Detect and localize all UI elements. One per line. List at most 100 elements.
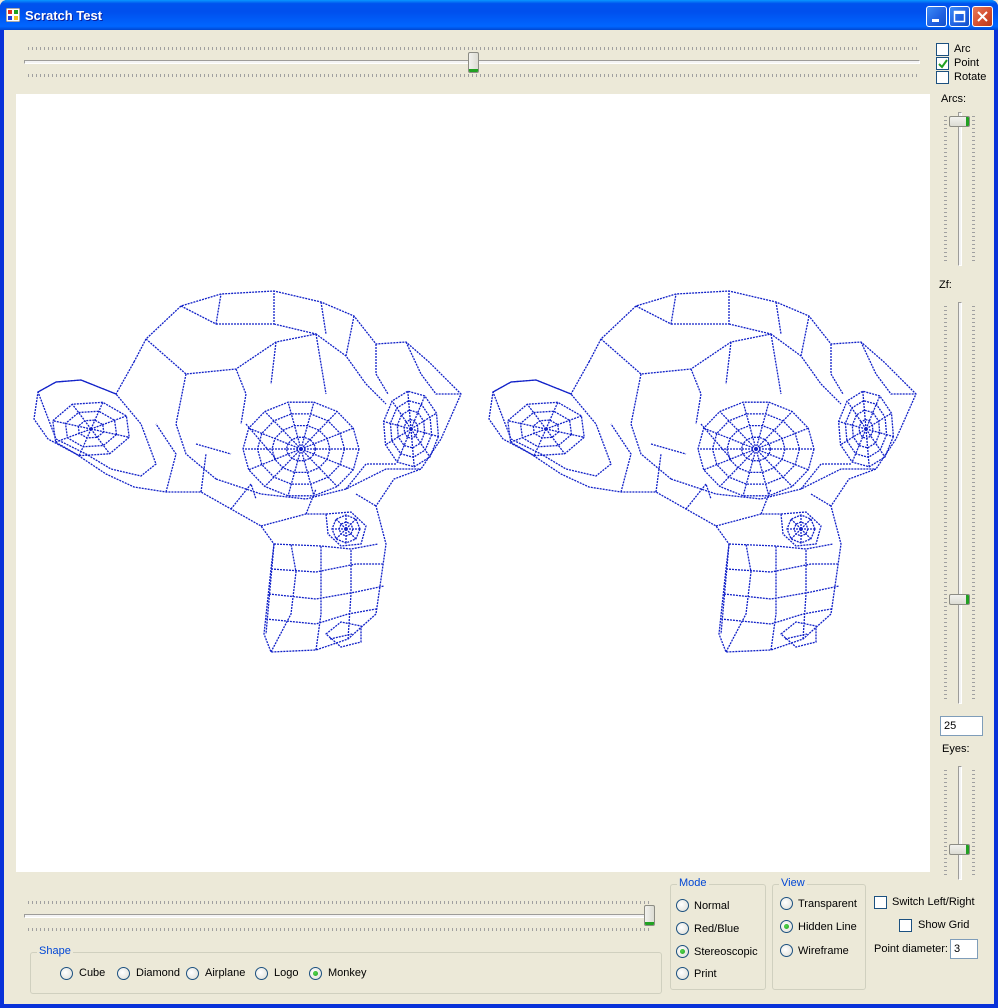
app-icon	[6, 8, 20, 22]
shape-group-title: Shape	[37, 945, 73, 958]
rotate-label: Rotate	[954, 71, 987, 83]
arc-label: Arc	[954, 43, 971, 55]
app-window: Scratch Test Arc Point Rotate Arcs: Zf: …	[0, 0, 998, 1008]
wire-path	[52, 401, 130, 457]
mode-radio-stereoscopic[interactable]	[676, 945, 689, 958]
point-checkbox[interactable]	[936, 57, 949, 70]
shape-label-airplane: Airplane	[205, 967, 246, 979]
eyes-slider-ticks-left	[944, 770, 947, 876]
zf-slider-ticks-right	[972, 306, 975, 700]
title-bar[interactable]: Scratch Test	[0, 0, 998, 30]
rotate-checkbox[interactable]	[936, 71, 949, 84]
switch-lr-checkbox[interactable]	[874, 896, 887, 909]
bottom-slider-ticks-bottom	[28, 928, 652, 931]
wire-path	[33, 290, 462, 653]
render-canvas[interactable]	[16, 94, 930, 872]
eyes-label: Eyes:	[942, 743, 970, 755]
arcs-slider-ticks-left	[944, 116, 947, 262]
eyes-slider-ticks-right	[972, 770, 975, 876]
top-slider-thumb[interactable]	[468, 52, 479, 73]
maximize-button[interactable]	[949, 6, 970, 27]
shape-label-monkey: Monkey	[328, 967, 367, 979]
point-diameter-label: Point diameter:	[874, 943, 948, 955]
wire-path	[145, 291, 461, 527]
shape-label-logo: Logo	[274, 967, 299, 979]
wire-path	[195, 423, 421, 500]
shape-radio-logo[interactable]	[255, 967, 268, 980]
wire-path	[331, 514, 361, 544]
mode-radio-redblue[interactable]	[676, 922, 689, 935]
view-label-transparent: Transparent	[798, 898, 857, 910]
arcs-slider-ticks-right	[972, 116, 975, 262]
selected-dot	[313, 971, 318, 976]
checkmark-icon	[938, 59, 948, 69]
mode-radio-print[interactable]	[676, 967, 689, 980]
point-label: Point	[954, 57, 980, 69]
mode-label-stereoscopic: Stereoscopic	[694, 946, 758, 958]
bottom-slider-ticks-top	[28, 901, 652, 904]
point-diameter-input[interactable]: 3	[950, 939, 978, 959]
mode-radio-normal[interactable]	[676, 899, 689, 912]
bottom-slider-track[interactable]	[24, 914, 654, 918]
shape-label-cube: Cube	[79, 967, 106, 979]
zf-label: Zf:	[939, 279, 952, 291]
view-radio-transparent[interactable]	[780, 897, 793, 910]
mode-group-title: Mode	[677, 877, 709, 890]
zf-slider-thumb[interactable]	[949, 594, 970, 605]
wire-path	[37, 379, 157, 477]
zf-slider-track[interactable]	[958, 302, 962, 704]
mode-label-redblue: Red/Blue	[694, 923, 740, 935]
zf-value-input[interactable]: 25	[940, 716, 983, 736]
eyes-slider-thumb[interactable]	[949, 844, 970, 855]
wire-path	[488, 290, 917, 653]
monkey-wireframe	[488, 290, 917, 653]
wire-group	[33, 290, 917, 653]
wire-path	[492, 379, 612, 477]
wire-path	[324, 621, 362, 648]
show-grid-label: Show Grid	[918, 919, 970, 931]
wire-path	[650, 423, 876, 500]
wire-path	[507, 401, 585, 457]
eyes-slider-track[interactable]	[958, 766, 962, 880]
wire-path	[697, 401, 815, 497]
wire-path	[786, 514, 816, 544]
mode-label-print: Print	[694, 968, 717, 980]
wire-path	[779, 621, 817, 648]
window-title: Scratch Test	[25, 8, 103, 23]
client-area: Arc Point Rotate Arcs: Zf: 25 Eyes: Shap…	[4, 30, 994, 1004]
close-button[interactable]	[972, 6, 993, 27]
selected-dot	[784, 924, 789, 929]
wire-path	[265, 543, 385, 653]
mode-group: Mode Normal Red/Blue Stereoscopic Print	[670, 877, 766, 990]
shape-radio-monkey[interactable]	[309, 967, 322, 980]
selected-dot	[680, 949, 685, 954]
arcs-slider-track[interactable]	[958, 112, 962, 266]
top-slider-ticks-bottom	[28, 74, 920, 77]
view-radio-hiddenline[interactable]	[780, 920, 793, 933]
shape-radio-diamond[interactable]	[117, 967, 130, 980]
view-group-title: View	[779, 877, 807, 890]
switch-lr-label: Switch Left/Right	[892, 896, 975, 908]
bottom-slider-thumb[interactable]	[644, 905, 655, 926]
maximize-icon	[953, 10, 966, 23]
arcs-slider-thumb[interactable]	[949, 116, 970, 127]
shape-group: Shape Cube Diamond Airplane Logo Monkey	[30, 945, 662, 994]
arcs-label: Arcs:	[941, 93, 967, 105]
monkey-wireframe	[33, 290, 462, 653]
minimize-button[interactable]	[926, 6, 947, 27]
zf-slider-ticks-left	[944, 306, 947, 700]
shape-radio-cube[interactable]	[60, 967, 73, 980]
wire-path	[720, 543, 840, 653]
shape-label-diamond: Diamond	[136, 967, 181, 979]
shape-radio-airplane[interactable]	[186, 967, 199, 980]
arc-checkbox[interactable]	[936, 43, 949, 56]
stereo-monkey-wireframe	[33, 290, 917, 653]
view-group: View Transparent Hidden Line Wireframe	[772, 877, 866, 990]
show-grid-checkbox[interactable]	[899, 919, 912, 932]
view-label-hiddenline: Hidden Line	[798, 921, 857, 933]
mode-label-normal: Normal	[694, 900, 730, 912]
close-icon	[977, 11, 988, 22]
wire-path	[600, 291, 916, 527]
view-radio-wireframe[interactable]	[780, 944, 793, 957]
wire-path	[242, 401, 360, 497]
